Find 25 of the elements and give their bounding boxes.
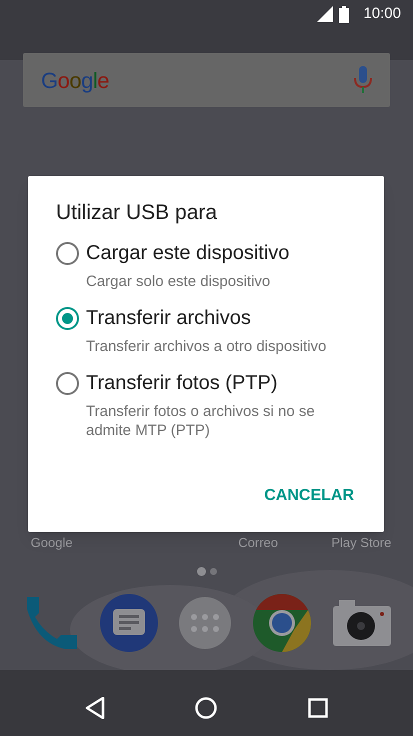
back-icon[interactable] [85,697,106,719]
messages-icon[interactable] [100,594,158,652]
app-label[interactable]: Google [30,533,73,555]
camera-icon[interactable] [332,600,390,646]
signal-icon [317,6,334,22]
dialog-title: Utilizar USB para [56,200,218,226]
option-label: Transferir archivos [86,306,251,331]
search-bar[interactable]: Google [23,53,390,107]
option-label: Cargar este dispositivo [86,241,290,266]
option-description: Cargar solo este dispositivo [86,272,272,291]
option-description: Transferir fotos o archivos si no se admite MTP (PTP) [86,402,316,440]
google-logo: Google [41,66,110,95]
option-description: Transferir archivos a otro dispositivo [86,337,328,356]
app-drawer-icon[interactable] [178,597,230,649]
browser-icon[interactable] [252,593,312,653]
status-time: 10:00 [363,4,401,24]
radio-button[interactable] [56,242,79,264]
recents-icon[interactable] [308,698,328,718]
cancel-button[interactable]: CANCELAR [262,480,356,512]
home-icon[interactable] [195,697,218,719]
radio-button[interactable] [56,306,79,330]
option-label: Transferir fotos (PTP) [86,371,278,396]
app-label[interactable]: Correo [238,533,278,555]
app-label[interactable]: Play Store [331,533,392,555]
radio-button[interactable] [56,372,79,394]
